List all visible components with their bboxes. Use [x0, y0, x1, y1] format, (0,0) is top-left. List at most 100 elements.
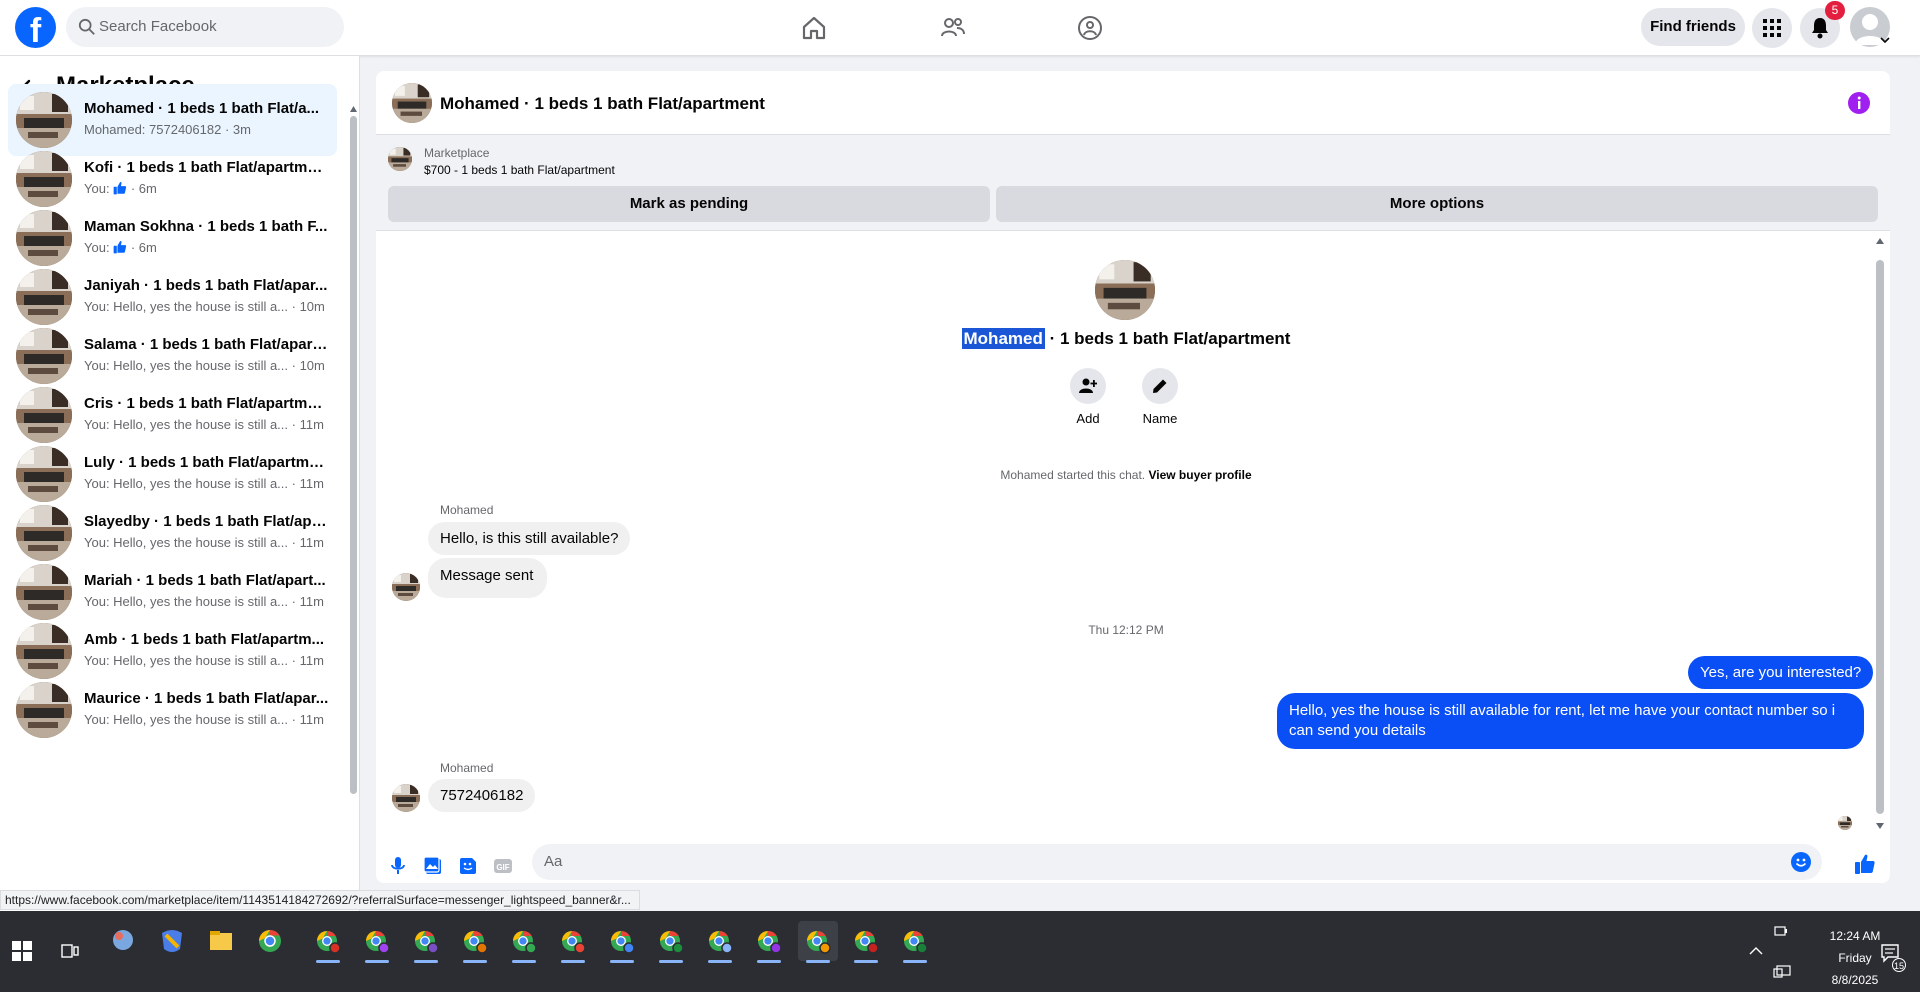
sender-avatar[interactable] — [392, 784, 420, 812]
taskbar-chrome-profile-icon[interactable] — [455, 921, 495, 963]
microphone-icon[interactable] — [388, 856, 408, 876]
groups-icon[interactable] — [1076, 14, 1104, 42]
chat-header: Mohamed · 1 beds 1 bath Flat/apartment — [376, 71, 1890, 135]
taskbar-chrome-profile-icon[interactable] — [846, 921, 886, 963]
notification-badge: 5 — [1825, 1, 1845, 20]
photo-icon[interactable] — [423, 856, 443, 876]
task-view-icon[interactable] — [61, 942, 79, 960]
conversation-preview: You: Hello, yes the house is still a... … — [84, 712, 324, 727]
chat-header-avatar[interactable] — [392, 83, 432, 123]
taskbar-chrome-profile-icon[interactable] — [553, 921, 593, 963]
sidebar-scroll-thumb[interactable] — [350, 116, 357, 794]
incoming-message[interactable]: Hello, is this still available? — [428, 522, 631, 555]
chat-scroll-thumb[interactable] — [1876, 260, 1884, 814]
conversation-title-name: Mohamed — [961, 328, 1045, 349]
conversation-name: Cris · 1 beds 1 bath Flat/apartment — [84, 395, 329, 412]
scroll-up-arrow-icon[interactable] — [350, 106, 357, 112]
conversation-item[interactable]: Maurice · 1 beds 1 bath Flat/apar... You:… — [8, 674, 337, 746]
search-icon — [78, 18, 95, 35]
conversation-avatar — [16, 151, 72, 207]
chevron-down-icon[interactable] — [1880, 36, 1890, 44]
conversation-preview: You: · 6m — [84, 240, 329, 255]
listing-thumbnail[interactable] — [388, 147, 412, 171]
gif-icon[interactable]: GIF — [493, 856, 513, 876]
taskbar-chrome-profile-icon[interactable] — [749, 921, 789, 963]
conversation-name: Luly · 1 beds 1 bath Flat/apartme... — [84, 454, 329, 471]
conversation-avatar[interactable] — [1095, 260, 1155, 320]
conversation-name: Salama · 1 beds 1 bath Flat/apart... — [84, 336, 329, 353]
taskbar-chrome-profile-icon[interactable] — [895, 921, 935, 963]
taskbar-chrome-icon[interactable] — [250, 921, 290, 961]
search-bar[interactable]: Search Facebook — [66, 7, 344, 47]
info-icon[interactable] — [1848, 92, 1870, 114]
conversation-title: Mohamed · 1 beds 1 bath Flat/apartment — [376, 328, 1876, 349]
taskbar-chrome-profile-icon[interactable] — [504, 921, 544, 963]
search-input[interactable]: Search Facebook — [99, 18, 217, 35]
outgoing-message[interactable]: Hello, yes the house is still available … — [1277, 693, 1864, 749]
sticker-icon[interactable] — [458, 856, 478, 876]
more-options-button[interactable]: More options — [996, 186, 1878, 222]
sidebar-scrollbar[interactable] — [350, 106, 357, 841]
taskbar-chrome-profile-icon[interactable] — [700, 921, 740, 963]
conversation-preview: You: Hello, yes the house is still a... … — [84, 358, 325, 373]
message-input[interactable]: Aa — [532, 844, 1822, 880]
mark-as-pending-button[interactable]: Mark as pending — [388, 186, 990, 222]
home-icon[interactable] — [800, 14, 828, 42]
taskbar-chrome-profile-icon[interactable] — [308, 921, 348, 963]
taskbar-copilot-icon[interactable] — [152, 921, 192, 961]
taskbar-chrome-profile-icon[interactable] — [798, 921, 838, 963]
taskbar-app-settings-icon[interactable] — [103, 921, 143, 961]
chat-header-title[interactable]: Mohamed · 1 beds 1 bath Flat/apartment — [440, 94, 765, 114]
bell-icon — [1812, 18, 1828, 39]
friends-icon[interactable] — [939, 14, 967, 42]
scroll-down-arrow-icon[interactable] — [1876, 823, 1884, 829]
facebook-logo-icon[interactable]: f — [15, 7, 56, 48]
add-person-icon — [1079, 378, 1097, 393]
conversation-preview: You: Hello, yes the house is still a... … — [84, 535, 324, 550]
windows-taskbar: 12:24 AM Friday 8/8/2025 15 — [0, 911, 1920, 992]
conversation-preview: You: Hello, yes the house is still a... … — [84, 594, 324, 609]
sender-name: Mohamed — [440, 503, 494, 517]
incoming-message[interactable]: Message sent — [428, 558, 548, 598]
windows-start-icon[interactable] — [12, 941, 32, 961]
conversation-avatar — [16, 505, 72, 561]
svg-text:GIF: GIF — [496, 863, 509, 872]
preview-prefix: You: — [84, 181, 110, 196]
chat-scrollbar[interactable] — [1876, 238, 1884, 818]
conversation-name: Kofi · 1 beds 1 bath Flat/apartment — [84, 159, 329, 176]
conversation-preview: You: Hello, yes the house is still a... … — [84, 299, 325, 314]
emoji-icon[interactable] — [1791, 852, 1811, 872]
conversation-avatar — [16, 269, 72, 325]
listing-price-title[interactable]: $700 - 1 beds 1 bath Flat/apartment — [424, 163, 615, 177]
add-person-action[interactable]: Add — [1058, 368, 1118, 426]
chevron-up-icon[interactable] — [1749, 946, 1763, 956]
taskbar-file-explorer-icon[interactable] — [201, 921, 241, 961]
taskbar-chrome-profile-icon[interactable] — [602, 921, 642, 963]
top-navigation-bar: f Search Facebook Find friends 5 — [0, 0, 1920, 56]
menu-button[interactable] — [1752, 8, 1792, 48]
taskbar-chrome-profile-icon[interactable] — [357, 921, 397, 963]
scroll-up-arrow-icon[interactable] — [1876, 238, 1884, 244]
conversation-name: Mariah · 1 beds 1 bath Flat/apart... — [84, 572, 326, 589]
sender-avatar[interactable] — [392, 573, 420, 601]
preview-time: · 6m — [130, 240, 157, 255]
message-composer: GIF Aa — [376, 844, 1890, 885]
taskbar-chrome-profile-icon[interactable] — [651, 921, 691, 963]
conversation-title-rest: · 1 beds 1 bath Flat/apartment — [1044, 329, 1291, 348]
network-icon[interactable] — [1773, 965, 1791, 979]
marketplace-label: Marketplace — [424, 146, 490, 160]
battery-icon[interactable] — [1773, 923, 1789, 939]
find-friends-button[interactable]: Find friends — [1641, 8, 1745, 46]
like-thumb-icon[interactable] — [1854, 853, 1876, 875]
outgoing-message[interactable]: Yes, are you interested? — [1688, 656, 1874, 689]
preview-time: · 6m — [130, 181, 157, 196]
view-buyer-profile-link[interactable]: View buyer profile — [1148, 468, 1251, 482]
preview-prefix: You: — [84, 240, 110, 255]
menu-grid-icon — [1763, 19, 1781, 37]
notification-count-badge: 15 — [1892, 958, 1906, 972]
incoming-message[interactable]: 7572406182 — [428, 779, 536, 812]
edit-name-action[interactable]: Name — [1130, 368, 1190, 426]
taskbar-chrome-profile-icon[interactable] — [406, 921, 446, 963]
conversation-avatar — [16, 564, 72, 620]
pencil-icon — [1153, 379, 1167, 393]
